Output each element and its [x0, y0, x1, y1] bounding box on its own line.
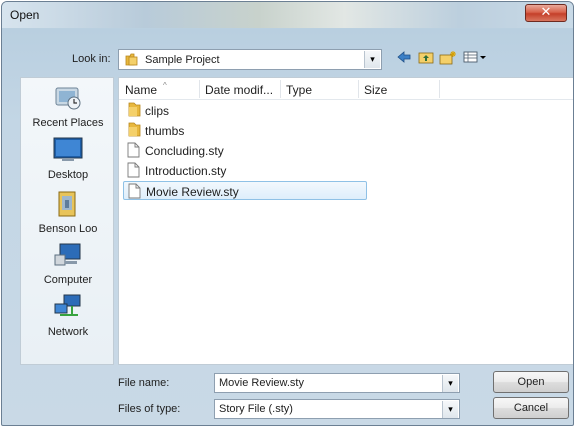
document-icon: [127, 162, 140, 181]
column-divider[interactable]: [439, 80, 440, 98]
folder-icon: [125, 53, 139, 69]
file-list: ^ Name Date modif... Type Size clips thu…: [118, 77, 573, 365]
column-divider[interactable]: [358, 80, 359, 98]
place-network[interactable]: Network: [21, 293, 115, 338]
column-header: ^ Name Date modif... Type Size: [119, 78, 573, 100]
computer-icon: [52, 243, 84, 272]
look-in-value: Sample Project: [145, 54, 220, 66]
file-name: thumbs: [145, 124, 185, 138]
list-item-selected[interactable]: Movie Review.sty: [123, 181, 367, 200]
views-menu-icon[interactable]: [462, 50, 488, 68]
new-folder-icon[interactable]: [438, 50, 458, 68]
place-desktop[interactable]: Desktop: [21, 136, 115, 181]
column-size[interactable]: Size: [364, 83, 387, 97]
place-label: Recent Places: [32, 117, 104, 129]
column-name[interactable]: ^ Name: [125, 81, 167, 97]
cancel-button[interactable]: Cancel: [493, 397, 569, 419]
network-icon: [52, 294, 84, 324]
desktop-icon: [52, 137, 84, 167]
places-bar: Recent Places Desktop Benson Loo Compute…: [20, 77, 114, 365]
file-name: clips: [145, 104, 170, 118]
folder-icon: [127, 102, 141, 120]
recent-places-icon: [53, 87, 83, 115]
file-type-value: Story File (.sty): [219, 403, 293, 415]
place-label: Desktop: [47, 169, 89, 181]
look-in-label: Look in:: [72, 53, 111, 65]
column-date-modified[interactable]: Date modif...: [205, 83, 273, 97]
folder-icon: [127, 122, 141, 140]
close-icon: ✕: [540, 5, 552, 20]
list-item[interactable]: thumbs: [123, 121, 367, 140]
list-item[interactable]: clips: [123, 101, 367, 120]
file-name: Introduction.sty: [145, 164, 227, 178]
chevron-down-icon[interactable]: ▾: [442, 375, 458, 392]
up-folder-icon[interactable]: [416, 50, 436, 68]
back-arrow-icon[interactable]: [394, 50, 414, 68]
file-type-label: Files of type:: [118, 403, 181, 415]
list-item[interactable]: Introduction.sty: [123, 161, 367, 180]
document-icon: [127, 142, 140, 161]
sort-up-icon: ^: [163, 81, 167, 90]
open-dialog: Open ✕ Look in: Sample Project ▾ Recent …: [1, 1, 574, 426]
open-button[interactable]: Open: [493, 371, 569, 393]
place-benson-loo[interactable]: Benson Loo: [21, 190, 115, 235]
look-in-dropdown[interactable]: Sample Project ▾: [118, 49, 382, 70]
file-type-dropdown[interactable]: Story File (.sty) ▾: [214, 399, 460, 419]
list-item[interactable]: Concluding.sty: [123, 141, 367, 160]
file-name-field[interactable]: Movie Review.sty ▾: [214, 373, 460, 393]
column-type[interactable]: Type: [286, 83, 312, 97]
file-name: Movie Review.sty: [146, 185, 239, 199]
user-folder-icon: [55, 191, 81, 221]
place-recent-places[interactable]: Recent Places: [21, 84, 115, 129]
title-bar: Open ✕: [2, 2, 573, 28]
close-button[interactable]: ✕: [525, 4, 567, 22]
place-label: Benson Loo: [38, 223, 98, 235]
chevron-down-icon[interactable]: ▾: [442, 401, 458, 418]
column-divider[interactable]: [280, 80, 281, 98]
file-name: Concluding.sty: [145, 144, 224, 158]
column-divider[interactable]: [199, 80, 200, 98]
document-icon: [128, 183, 141, 202]
place-label: Network: [47, 326, 89, 338]
file-name-label: File name:: [118, 377, 170, 389]
file-name-value: Movie Review.sty: [219, 377, 304, 389]
chevron-down-icon[interactable]: ▾: [364, 51, 380, 68]
dialog-title: Open: [10, 8, 40, 22]
place-computer[interactable]: Computer: [21, 241, 115, 286]
place-label: Computer: [43, 274, 93, 286]
